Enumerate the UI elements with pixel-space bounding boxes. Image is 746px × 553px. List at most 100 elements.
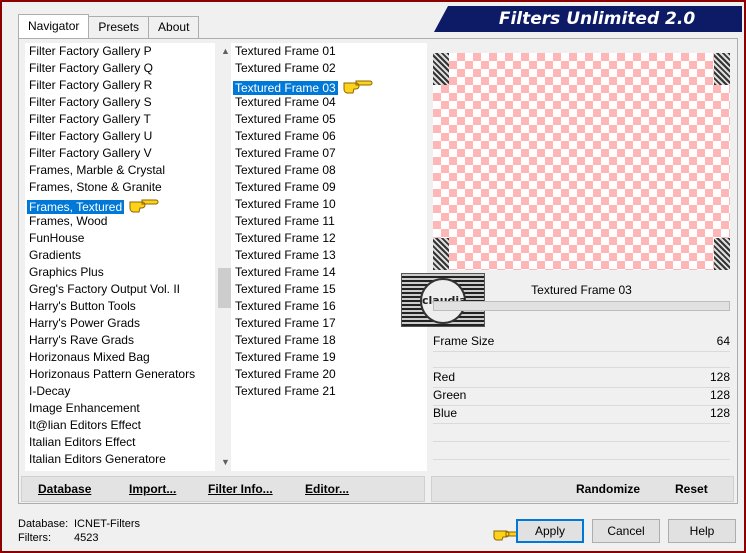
category-item[interactable]: Frames, Textured (25, 196, 215, 214)
filter-item[interactable]: Textured Frame 11 (231, 213, 427, 230)
tab-presets[interactable]: Presets (88, 16, 150, 38)
filter-info-button[interactable]: Filter Info... (208, 482, 273, 496)
category-item-label: Filter Factory Gallery T (29, 112, 151, 126)
filter-item[interactable]: Textured Frame 12 (231, 230, 427, 247)
watermark-logo: claudia (401, 273, 485, 327)
param-red[interactable]: Red 128 (433, 370, 730, 388)
category-item[interactable]: Italian Editors Generatore (25, 451, 215, 468)
filter-item-label: Textured Frame 05 (235, 112, 336, 126)
filter-item[interactable]: Textured Frame 01 (231, 43, 427, 60)
slider-track[interactable] (433, 367, 730, 368)
status-filters: Filters: 4523 (18, 532, 98, 544)
param-label: Red (433, 370, 456, 384)
editor-button[interactable]: Editor... (305, 482, 349, 496)
filter-item-label: Textured Frame 08 (235, 163, 336, 177)
category-item[interactable]: Image Enhancement (25, 400, 215, 417)
filter-list[interactable]: Textured Frame 01 Textured Frame 02 Textur… (231, 43, 427, 471)
category-item[interactable]: Italian Editors Effect (25, 434, 215, 451)
filter-item[interactable]: Textured Frame 17 (231, 315, 427, 332)
filter-item[interactable]: Textured Frame 19 (231, 349, 427, 366)
category-item[interactable]: Filter Factory Gallery S (25, 94, 215, 111)
slider-track[interactable] (433, 423, 730, 424)
filter-item[interactable]: Textured Frame 13 (231, 247, 427, 264)
category-item[interactable]: FunHouse (25, 230, 215, 247)
slider-track[interactable] (433, 441, 730, 442)
category-item[interactable]: Harry's Button Tools (25, 298, 215, 315)
category-item[interactable]: Filter Factory Gallery R (25, 77, 215, 94)
apply-button[interactable]: Apply (516, 519, 584, 543)
filter-item-label: Textured Frame 03 (233, 81, 338, 95)
randomize-button[interactable]: Randomize (576, 482, 640, 496)
filter-item-label: Textured Frame 11 (235, 214, 335, 228)
frame-corner-decoration (433, 238, 449, 270)
category-item[interactable]: Frames, Wood (25, 213, 215, 230)
filter-item[interactable]: Textured Frame 18 (231, 332, 427, 349)
param-value: 128 (709, 406, 730, 420)
category-item-label: Italian Editors Effect (29, 435, 136, 449)
filter-item[interactable]: Textured Frame 04 (231, 94, 427, 111)
category-item[interactable]: Horizonaus Mixed Bag (25, 349, 215, 366)
category-item[interactable]: Harry's Rave Grads (25, 332, 215, 349)
category-item-label: Gradients (29, 248, 82, 262)
category-item[interactable]: Graphics Plus (25, 264, 215, 281)
param-frame-size[interactable]: Frame Size 64 (433, 334, 730, 352)
slider-track[interactable] (433, 459, 730, 460)
category-item[interactable]: Filter Factory Gallery U (25, 128, 215, 145)
category-item[interactable]: Frames, Stone & Granite (25, 179, 215, 196)
help-button[interactable]: Help (668, 519, 736, 543)
category-item[interactable]: Filter Factory Gallery T (25, 111, 215, 128)
filter-item[interactable]: Textured Frame 14 (231, 264, 427, 281)
param-green[interactable]: Green 128 (433, 388, 730, 406)
param-label: Blue (433, 406, 458, 420)
param-blue[interactable]: Blue 128 (433, 406, 730, 424)
category-item[interactable]: Filter Factory Gallery Q (25, 60, 215, 77)
filter-item[interactable]: Textured Frame 20 (231, 366, 427, 383)
category-item-label: Image Enhancement (29, 401, 140, 415)
category-item[interactable]: Frames, Marble & Crystal (25, 162, 215, 179)
category-item-label: I-Decay (29, 384, 71, 398)
filter-item[interactable]: Textured Frame 06 (231, 128, 427, 145)
slider-track[interactable] (433, 351, 730, 352)
tab-navigator[interactable]: Navigator (18, 14, 90, 38)
category-item[interactable]: Greg's Factory Output Vol. II (25, 281, 215, 298)
param-value: 64 (716, 334, 730, 348)
tab-about[interactable]: About (148, 16, 200, 38)
category-item[interactable]: Gradients (25, 247, 215, 264)
navigator-panel: Filter Factory Gallery P Filter Factory G… (18, 38, 738, 504)
filter-item-label: Textured Frame 07 (235, 146, 336, 160)
category-item-label: Filter Factory Gallery S (29, 95, 152, 109)
import-button[interactable]: Import... (129, 482, 176, 496)
filter-item[interactable]: Textured Frame 05 (231, 111, 427, 128)
filter-item[interactable]: Textured Frame 09 (231, 179, 427, 196)
category-item-label: Horizonaus Pattern Generators (29, 367, 196, 381)
category-item[interactable]: Horizonaus Pattern Generators (25, 366, 215, 383)
category-item-label: Horizonaus Mixed Bag (29, 350, 150, 364)
category-item[interactable]: I-Decay (25, 383, 215, 400)
category-item[interactable]: It@lian Editors Effect (25, 417, 215, 434)
reset-button[interactable]: Reset (675, 482, 708, 496)
category-item[interactable]: Filter Factory Gallery P (25, 43, 215, 60)
status-label: Database: (18, 518, 69, 530)
filter-item[interactable]: Textured Frame 07 (231, 145, 427, 162)
filter-item[interactable]: Textured Frame 08 (231, 162, 427, 179)
filter-item[interactable]: Textured Frame 02 (231, 60, 427, 77)
category-item[interactable]: Filter Factory Gallery V (25, 145, 215, 162)
status-value: 4523 (74, 532, 99, 544)
pointing-hand-icon (129, 199, 159, 213)
filter-item[interactable]: Textured Frame 15 (231, 281, 427, 298)
category-item-label: Harry's Rave Grads (29, 333, 134, 347)
category-list[interactable]: Filter Factory Gallery P Filter Factory G… (25, 43, 215, 471)
filter-item[interactable]: Textured Frame 21 (231, 383, 427, 400)
filter-item-label: Textured Frame 21 (235, 384, 336, 398)
filter-item[interactable]: Textured Frame 10 (231, 196, 427, 213)
category-item-label: It@lian Editors Effect (29, 418, 142, 432)
cancel-button[interactable]: Cancel (592, 519, 660, 543)
category-item[interactable]: Harry's Power Grads (25, 315, 215, 332)
database-button[interactable]: Database (38, 482, 91, 496)
param-label: Green (433, 388, 467, 402)
filter-item[interactable]: Textured Frame 03 (231, 77, 427, 95)
category-item-label: Frames, Textured (27, 200, 125, 214)
filter-item-label: Textured Frame 20 (235, 367, 336, 381)
right-action-bar: Randomize Reset (431, 476, 734, 502)
filter-item[interactable]: Textured Frame 16 (231, 298, 427, 315)
